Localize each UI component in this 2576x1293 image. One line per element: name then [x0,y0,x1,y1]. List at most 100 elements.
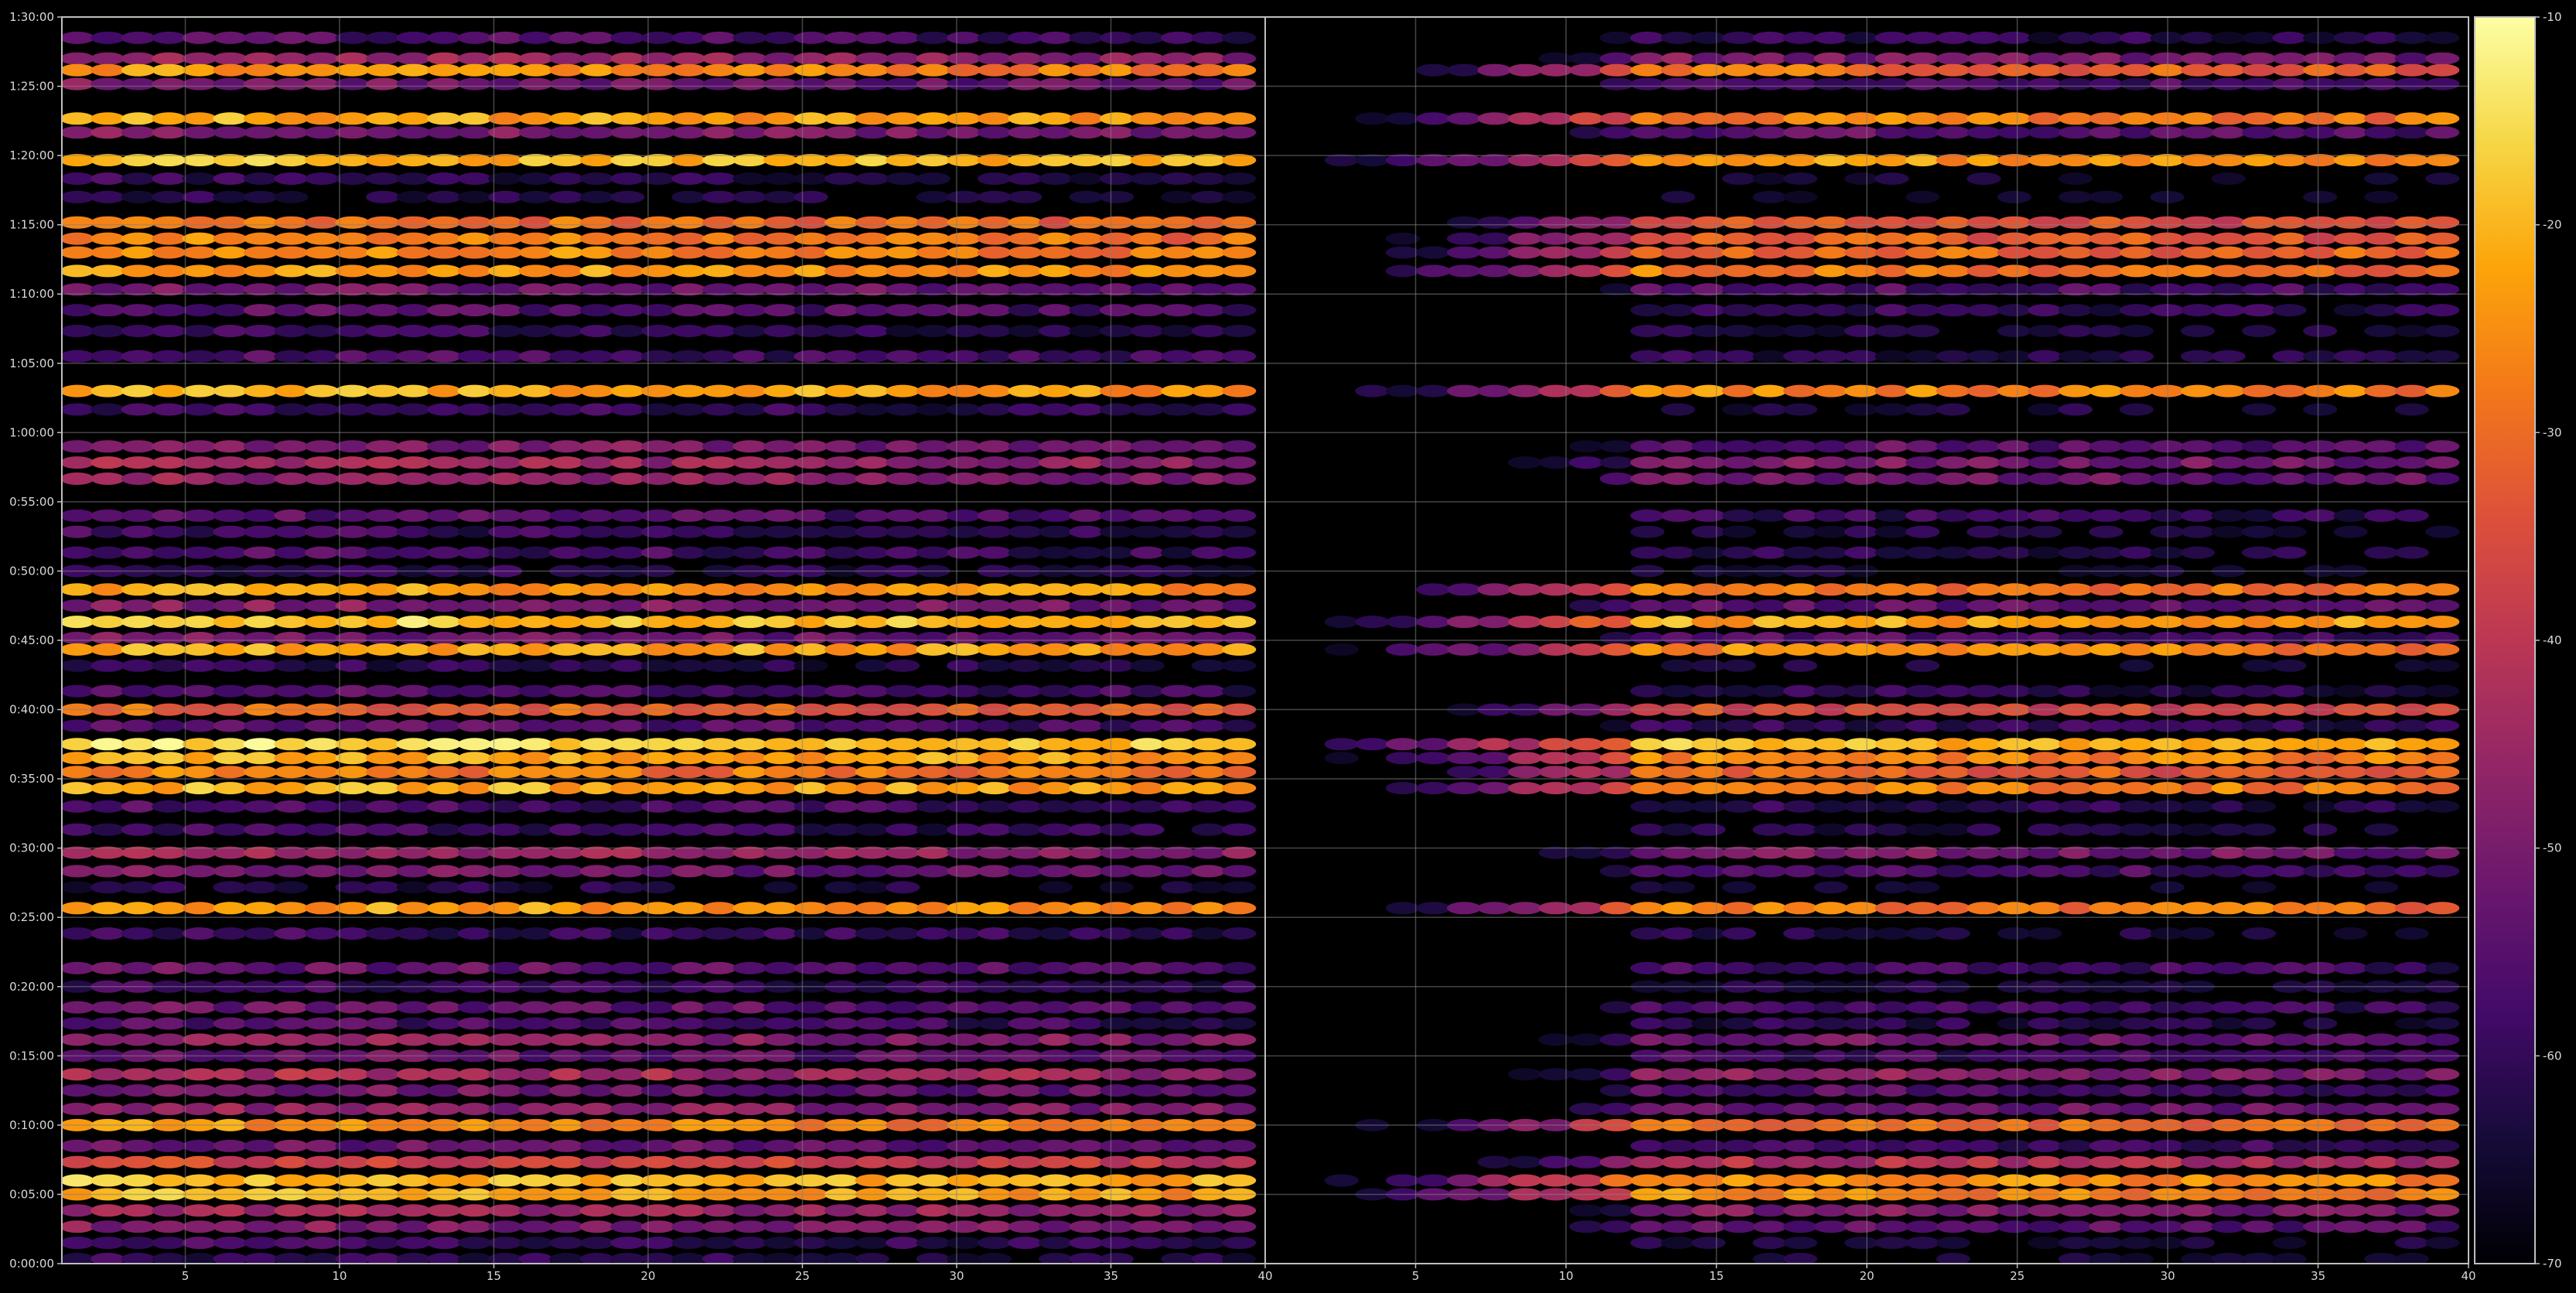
heatmap-cell [1100,546,1134,559]
heatmap-cell [977,232,1012,245]
heatmap-cell [335,31,370,44]
heatmap-cell [335,599,370,612]
heatmap-cell [1813,126,1848,139]
heatmap-cell [1936,1174,1970,1187]
heatmap-cell [2028,325,2063,337]
heatmap-cell [335,782,370,795]
heatmap-cell [1783,684,1817,698]
heatmap-cell [518,1204,553,1217]
heatmap-cell [2333,1084,2368,1097]
heatmap-cell [213,659,247,672]
heatmap-cell [518,350,553,363]
heatmap-cell [2028,264,2063,278]
heatmap-cell [640,52,676,65]
heatmap-cell [2241,232,2277,245]
heatmap-cell [274,325,309,337]
heatmap-cell [1997,456,2032,469]
heatmap-cell [1130,800,1165,813]
heatmap-cell [793,350,828,363]
heatmap-cell [2364,350,2399,363]
heatmap-cell [1161,31,1196,44]
heatmap-cell [121,126,155,139]
heatmap-cell [1477,232,1512,245]
heatmap-cell [457,126,492,139]
heatmap-cell [1416,583,1451,596]
heatmap-cell [2241,1017,2277,1030]
heatmap-cell [243,961,278,974]
heatmap-cell [396,927,431,940]
heatmap-cell [610,350,645,363]
heatmap-cell [1130,325,1165,337]
heatmap-cell [2180,782,2215,795]
heatmap-cell [1130,902,1165,915]
heatmap-cell [947,456,981,469]
heatmap-cell [1069,440,1104,453]
heatmap-cell [1130,77,1165,90]
heatmap-cell [1161,599,1196,612]
heatmap-cell [1008,632,1042,644]
heatmap-cell [2211,1220,2246,1233]
heatmap-cell [2303,599,2338,612]
heatmap-cell [1660,126,1695,139]
heatmap-cell [671,1155,706,1168]
heatmap-cell [213,616,247,629]
heatmap-cell [2303,719,2338,732]
heatmap-cell [2394,264,2429,278]
heatmap-cell [1191,782,1226,795]
heatmap-cell [2211,643,2246,656]
heatmap-cell [2180,800,2215,813]
heatmap-cell [152,800,186,813]
heatmap-cell [2394,782,2429,795]
heatmap-cell [1783,1204,1817,1217]
heatmap-cell [640,632,676,644]
heatmap-cell [579,752,615,765]
heatmap-cell [305,52,339,65]
heatmap-cell [702,172,737,185]
heatmap-cell [1161,440,1196,453]
heatmap-cell [1446,216,1482,229]
heatmap-cell [2425,246,2460,259]
heatmap-cell [763,403,798,416]
heatmap-cell [305,403,339,416]
heatmap-cell [90,112,125,125]
heatmap-cell [1691,643,1726,656]
heatmap-cell [396,1033,431,1046]
heatmap-cell [2425,961,2460,974]
heatmap-cell [885,1103,920,1115]
heatmap-cell [62,599,94,612]
heatmap-cell [1161,632,1196,644]
heatmap-cell [1069,325,1104,337]
heatmap-cell [732,190,767,203]
heatmap-cell [1508,738,1543,751]
heatmap-cell [1783,1001,1817,1014]
heatmap-cell [2333,1033,2368,1046]
heatmap-cell [1191,31,1226,44]
heatmap-cell [305,1033,339,1046]
heatmap-cell [855,616,889,629]
heatmap-cell [152,246,186,259]
heatmap-cell [1660,1174,1695,1187]
heatmap-cell [671,752,706,765]
heatmap-cell [2028,738,2063,751]
heatmap-cell [2058,1237,2093,1250]
heatmap-cell [396,752,431,765]
heatmap-cell [335,216,370,229]
heatmap-cell [518,325,553,337]
heatmap-cell [885,719,920,732]
heatmap-cell [152,632,186,644]
heatmap-cell [2425,525,2460,538]
heatmap-cell [549,1204,584,1217]
heatmap-cell [152,738,186,751]
heatmap-cell [2180,112,2215,125]
heatmap-cell [2425,440,2460,453]
heatmap-cell [2333,643,2368,656]
heatmap-cell [824,1068,859,1081]
heatmap-cell [396,1017,431,1030]
heatmap-cell [1385,232,1420,245]
heatmap-cell [1906,1084,1940,1097]
heatmap-cell [2089,1033,2124,1046]
heatmap-cell [579,1084,615,1097]
heatmap-cell [549,1001,584,1014]
heatmap-cell [2425,1103,2460,1115]
heatmap-cell [2425,264,2460,278]
